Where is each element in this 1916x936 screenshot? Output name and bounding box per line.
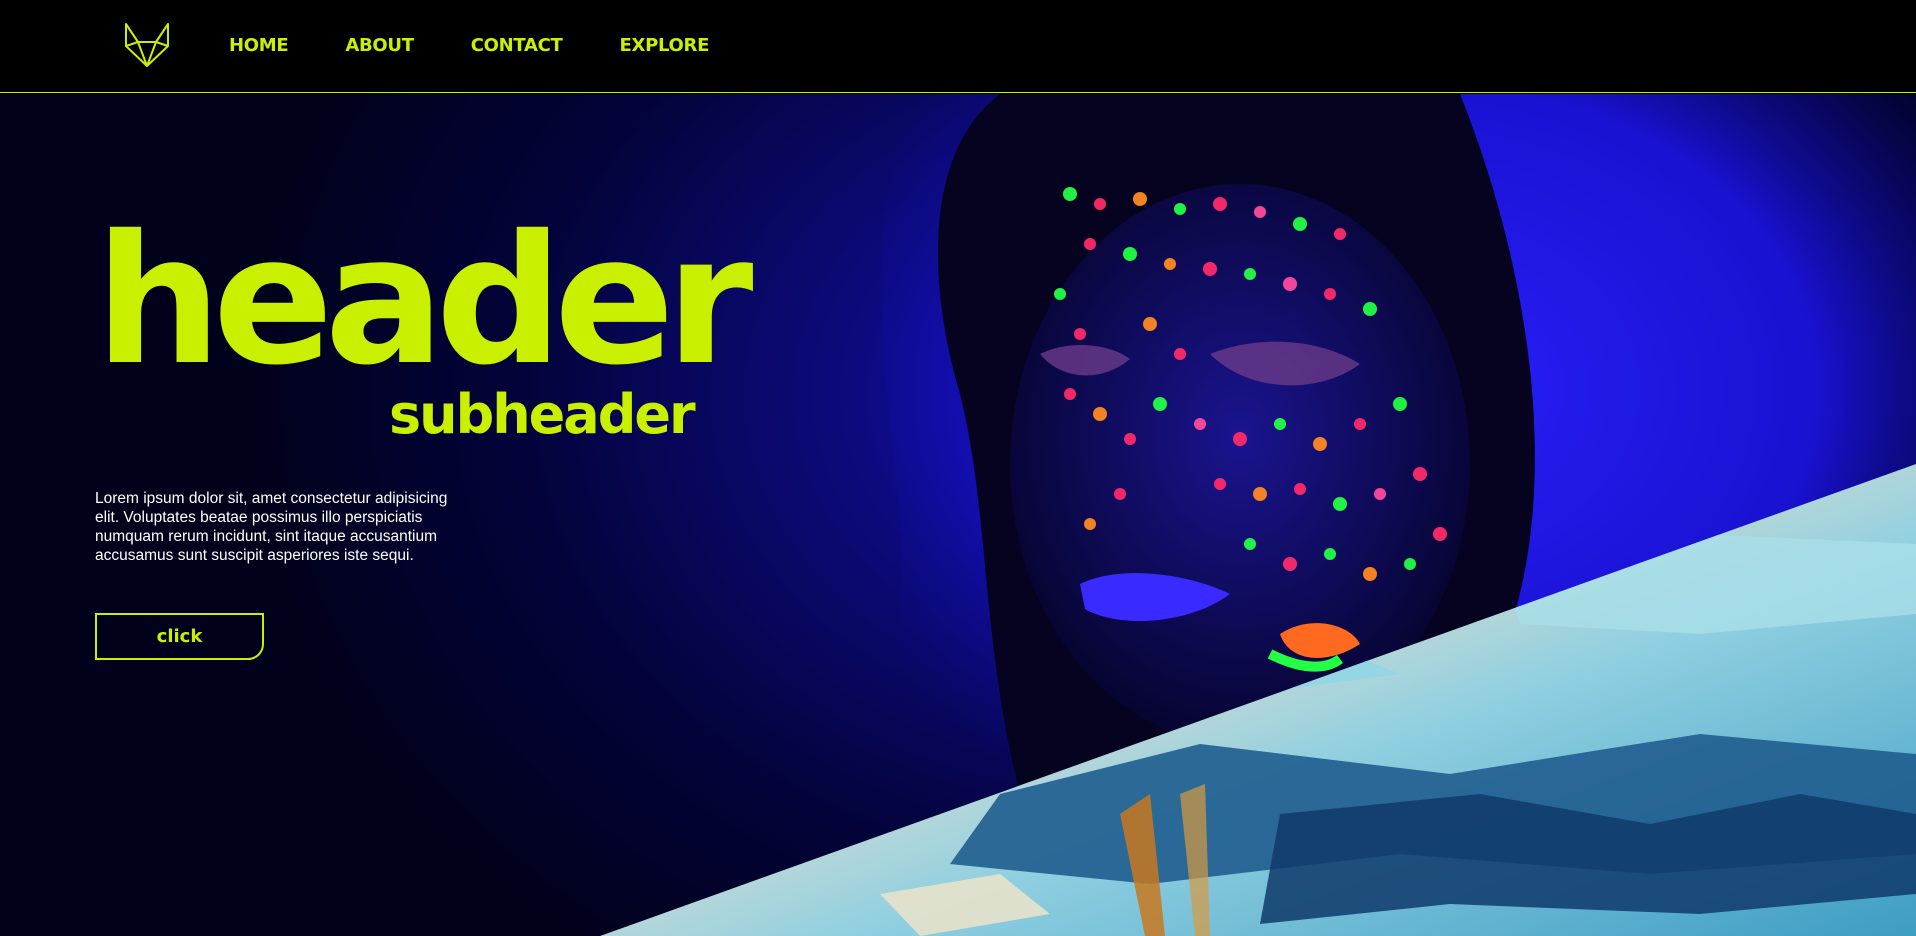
hero-body-text: Lorem ipsum dolor sit, amet consectetur … <box>95 490 448 564</box>
nav-links: HOME ABOUT CONTACT EXPLORE <box>229 33 766 59</box>
hero-section: header subheader Lorem ipsum dolor sit, … <box>0 94 1916 936</box>
nav-link-contact[interactable]: CONTACT <box>471 33 563 59</box>
hero-title: header <box>95 197 753 404</box>
fox-logo-icon[interactable] <box>122 20 172 70</box>
hero-subtitle: subheader <box>389 383 696 446</box>
nav-link-explore[interactable]: EXPLORE <box>620 33 710 59</box>
nav-link-home[interactable]: HOME <box>229 33 289 59</box>
nav-link-about[interactable]: ABOUT <box>345 33 414 59</box>
top-navbar: HOME ABOUT CONTACT EXPLORE <box>0 0 1916 93</box>
landing-page: HOME ABOUT CONTACT EXPLORE header subhea… <box>0 0 1916 936</box>
click-button[interactable]: click <box>95 613 264 660</box>
